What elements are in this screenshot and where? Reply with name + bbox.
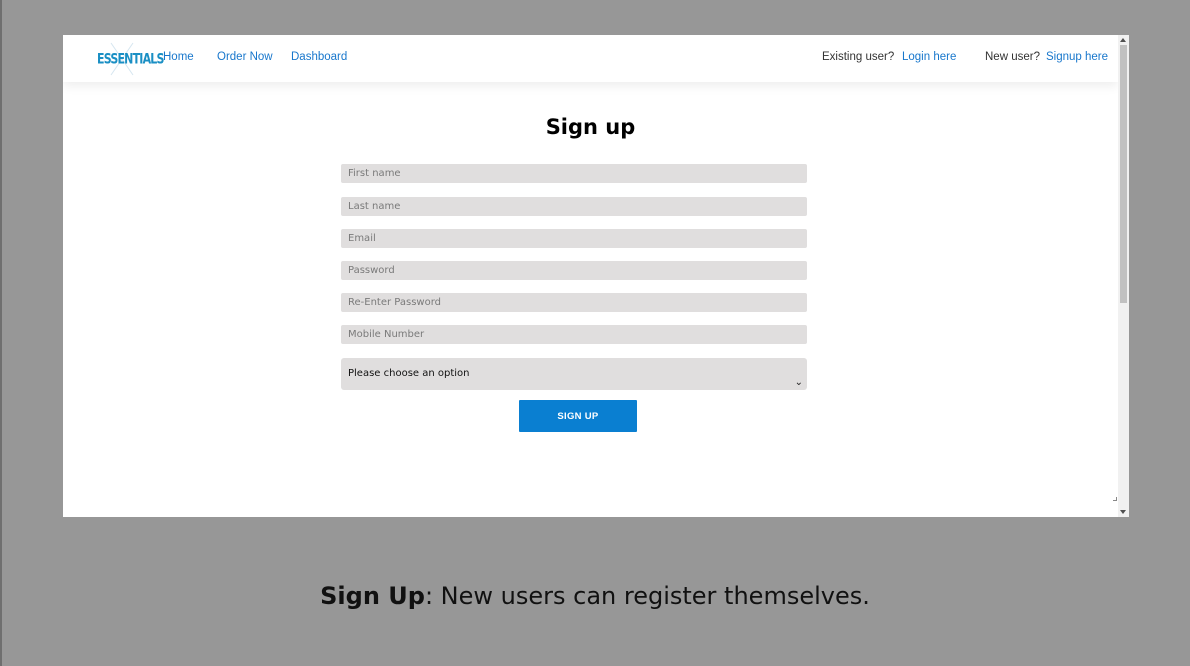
resize-handle[interactable] [1113, 497, 1117, 501]
caption-bold: Sign Up [320, 582, 425, 610]
scroll-down-arrow-icon[interactable] [1120, 510, 1126, 514]
email-field[interactable] [341, 229, 807, 248]
essentials-logo[interactable]: ESSENTIALS [97, 41, 164, 77]
browser-viewport: ESSENTIALS Home Order Now Dashboard Exis… [63, 35, 1129, 517]
login-link[interactable]: Login here [902, 51, 956, 63]
existing-user-label: Existing user? [822, 51, 895, 63]
signup-link[interactable]: Signup here [1046, 51, 1108, 63]
password-field[interactable] [341, 261, 807, 280]
top-navbar: ESSENTIALS Home Order Now Dashboard Exis… [63, 35, 1118, 82]
option-select[interactable]: Please choose an option ⌄ [341, 358, 807, 390]
nav-home-link[interactable]: Home [163, 51, 194, 63]
logo-text: ESSENTIALS [97, 51, 164, 68]
caption-text: : New users can register themselves. [424, 582, 870, 610]
chevron-down-icon: ⌄ [794, 377, 803, 388]
nav-order-now-link[interactable]: Order Now [217, 51, 273, 63]
mobile-number-field[interactable] [341, 325, 807, 344]
option-select-value: Please choose an option [348, 368, 470, 379]
nav-dashboard-link[interactable]: Dashboard [291, 51, 347, 63]
re-enter-password-field[interactable] [341, 293, 807, 312]
last-name-field[interactable] [341, 197, 807, 216]
first-name-field[interactable] [341, 164, 807, 183]
vertical-scrollbar[interactable] [1118, 35, 1129, 517]
scrollbar-thumb[interactable] [1120, 45, 1127, 303]
screenshot-caption: Sign Up: New users can register themselv… [0, 582, 1190, 610]
page-title: Sign up [545, 115, 636, 139]
sign-up-button[interactable]: SIGN UP [519, 400, 637, 432]
scroll-up-arrow-icon[interactable] [1120, 38, 1126, 42]
new-user-label: New user? [985, 51, 1040, 63]
window-edge [0, 0, 2, 666]
